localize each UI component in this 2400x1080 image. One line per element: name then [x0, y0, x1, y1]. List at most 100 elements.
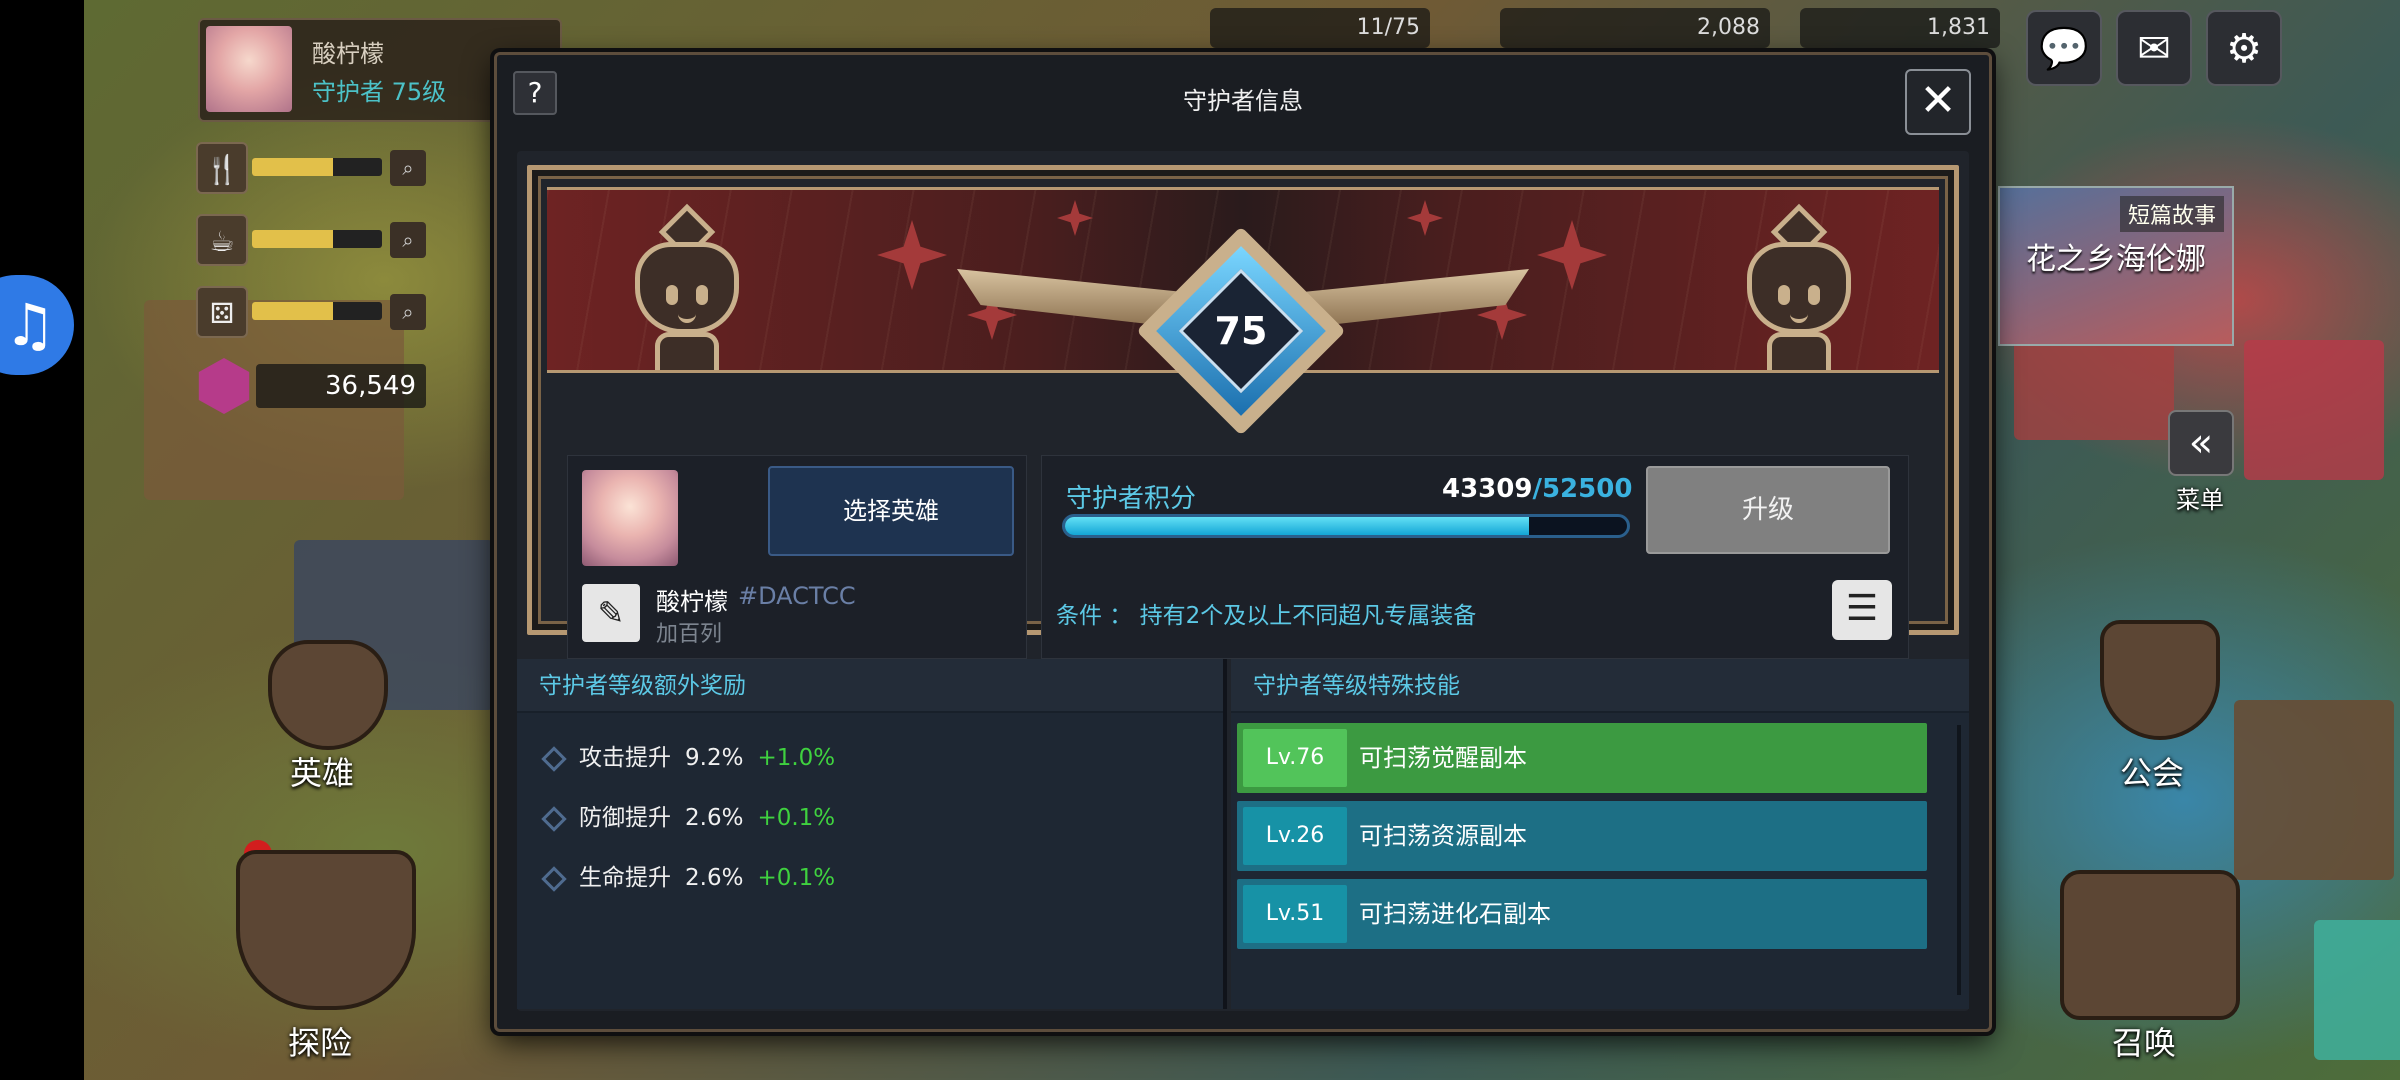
skill-section: 守护者等级特殊技能 Lv.76 可扫荡觉醒副本 Lv.26 可扫荡资源副本 Lv…	[1231, 659, 1969, 1009]
avatar	[206, 26, 292, 112]
score-label: 守护者积分	[1066, 484, 1197, 514]
score-max: /52500	[1532, 474, 1633, 504]
hero-guild: 加百列	[656, 622, 723, 647]
upgrade-button[interactable]: 升级	[1646, 466, 1890, 554]
mail-icon[interactable]: ✉	[2116, 10, 2192, 86]
search-icon[interactable]: ⌕	[390, 222, 426, 258]
gem-count: 36,549	[256, 364, 426, 408]
dialog-header: ? 守护者信息 ✕	[497, 55, 1989, 141]
skill-name: 可扫荡进化石副本	[1359, 900, 1551, 928]
star-decoration	[1537, 220, 1607, 290]
bonus-section: 守护者等级额外奖励 攻击提升 9.2% +1.0% 防御提升 2.6% +0.1% 生命…	[517, 659, 1227, 1009]
scrollbar[interactable]	[1957, 725, 1961, 995]
dice-bar	[252, 302, 382, 320]
story-title: 花之乡海伦娜	[2026, 242, 2206, 277]
bonus-row: 生命提升 2.6% +0.1%	[535, 853, 835, 903]
list-icon[interactable]: ☰	[1832, 580, 1892, 640]
skill-name: 可扫荡觉醒副本	[1359, 744, 1527, 772]
bonus-value: 2.6%	[685, 865, 744, 891]
star-decoration	[1407, 200, 1443, 236]
skill-section-title: 守护者等级特殊技能	[1231, 659, 1969, 713]
diamond-icon	[541, 805, 567, 832]
nav-summon[interactable]: 召唤	[2112, 1018, 2176, 1064]
bonus-label: 防御提升	[579, 805, 671, 831]
skill-row[interactable]: Lv.26 可扫荡资源副本	[1237, 801, 1927, 871]
menu-chevron-icon[interactable]: «	[2168, 410, 2234, 476]
skill-name: 可扫荡资源副本	[1359, 822, 1527, 850]
bonus-row: 防御提升 2.6% +0.1%	[535, 793, 835, 843]
skill-row[interactable]: Lv.76 可扫荡觉醒副本	[1237, 723, 1927, 793]
story-banner[interactable]: 短篇故事 花之乡海伦娜	[1998, 186, 2234, 346]
barrel	[2234, 700, 2394, 880]
resource-stamina: 11/75	[1210, 8, 1430, 48]
upgrade-condition: 条件 ： 持有2个及以上不同超凡专属装备	[1056, 603, 1477, 629]
mascot-left	[617, 203, 757, 370]
score-value: 43309/52500	[1442, 474, 1632, 504]
nav-guild[interactable]: 公会	[2120, 748, 2184, 794]
hero-name: 酸柠檬	[656, 588, 728, 616]
choose-hero-button[interactable]: 选择英雄	[768, 466, 1014, 556]
summon-icon[interactable]	[2060, 870, 2240, 1020]
stall-red	[2014, 330, 2174, 440]
resource-gold: 2,088	[1500, 8, 1770, 48]
bonus-plus: +0.1%	[757, 865, 836, 891]
house-red	[2244, 340, 2384, 480]
edit-pencil-icon[interactable]: ✎	[582, 584, 640, 642]
hero-avatar[interactable]	[582, 470, 678, 566]
story-tag: 短篇故事	[2119, 196, 2224, 232]
dialog-title: 守护者信息	[1183, 87, 1303, 115]
hero-id: #DACTCC	[738, 582, 856, 610]
close-button[interactable]: ✕	[1905, 69, 1971, 135]
player-rank: 守护者 75级	[312, 78, 447, 106]
skill-level: Lv.51	[1243, 885, 1347, 943]
gear-icon[interactable]: ⚙	[2206, 10, 2282, 86]
dice-icon: ⚄	[196, 286, 248, 338]
gem-icon	[198, 358, 250, 414]
skill-level: Lv.76	[1243, 729, 1347, 787]
dice-stat: ⚄ ⌕	[196, 286, 431, 338]
guardian-info-dialog: ? 守护者信息 ✕ 75 选择英雄 ✎ 酸柠檬 #DACTCC 加百列 守护者积…	[494, 52, 1992, 1032]
fork-knife-icon: 🍴	[196, 142, 248, 194]
dialog-body: 75 选择英雄 ✎ 酸柠檬 #DACTCC 加百列 守护者积分 43309/52…	[517, 151, 1969, 1011]
diamond-icon	[541, 865, 567, 892]
bonus-row: 攻击提升 9.2% +1.0%	[535, 733, 835, 783]
mascot-right	[1729, 203, 1869, 370]
level-badge: 75	[1136, 226, 1346, 436]
score-current: 43309	[1442, 474, 1533, 504]
star-decoration	[877, 220, 947, 290]
chat-icon[interactable]: 💬	[2026, 10, 2102, 86]
gem-counter: 36,549	[196, 358, 436, 414]
bonus-plus: +0.1%	[757, 805, 836, 831]
tent	[2314, 920, 2400, 1060]
score-progress-fill	[1065, 517, 1529, 535]
bonus-value: 9.2%	[685, 745, 744, 771]
score-progress-bar	[1062, 514, 1630, 538]
skill-row[interactable]: Lv.51 可扫荡进化石副本	[1237, 879, 1927, 949]
bonus-label: 攻击提升	[579, 745, 671, 771]
diamond-icon	[541, 745, 567, 772]
drink-bar	[252, 230, 382, 248]
bonus-section-title: 守护者等级额外奖励	[517, 659, 1223, 713]
bonus-value: 2.6%	[685, 805, 744, 831]
resource-crystal: 1,831	[1800, 8, 2000, 48]
search-icon[interactable]: ⌕	[390, 150, 426, 186]
food-bar	[252, 158, 382, 176]
nav-adventure[interactable]: 探险	[288, 1018, 352, 1064]
drink-stat: ☕ ⌕	[196, 214, 431, 266]
bonus-plus: +1.0%	[757, 745, 836, 771]
food-stat: 🍴 ⌕	[196, 142, 431, 194]
player-name: 酸柠檬	[312, 40, 384, 68]
letterbox-left	[0, 0, 84, 1080]
hero-card: 选择英雄 ✎ 酸柠檬 #DACTCC 加百列	[567, 455, 1027, 659]
guild-icon[interactable]	[2100, 620, 2220, 740]
menu-label: 菜单	[2176, 486, 2224, 514]
score-card: 守护者积分 43309/52500 升级 条件 ： 持有2个及以上不同超凡专属装…	[1041, 455, 1909, 659]
adventure-icon[interactable]	[236, 850, 416, 1010]
skill-level: Lv.26	[1243, 807, 1347, 865]
star-decoration	[1057, 200, 1093, 236]
search-icon[interactable]: ⌕	[390, 294, 426, 330]
bonus-label: 生命提升	[579, 865, 671, 891]
nav-heroes[interactable]: 英雄	[290, 748, 354, 794]
cup-icon: ☕	[196, 214, 248, 266]
level-number: 75	[1214, 309, 1268, 353]
